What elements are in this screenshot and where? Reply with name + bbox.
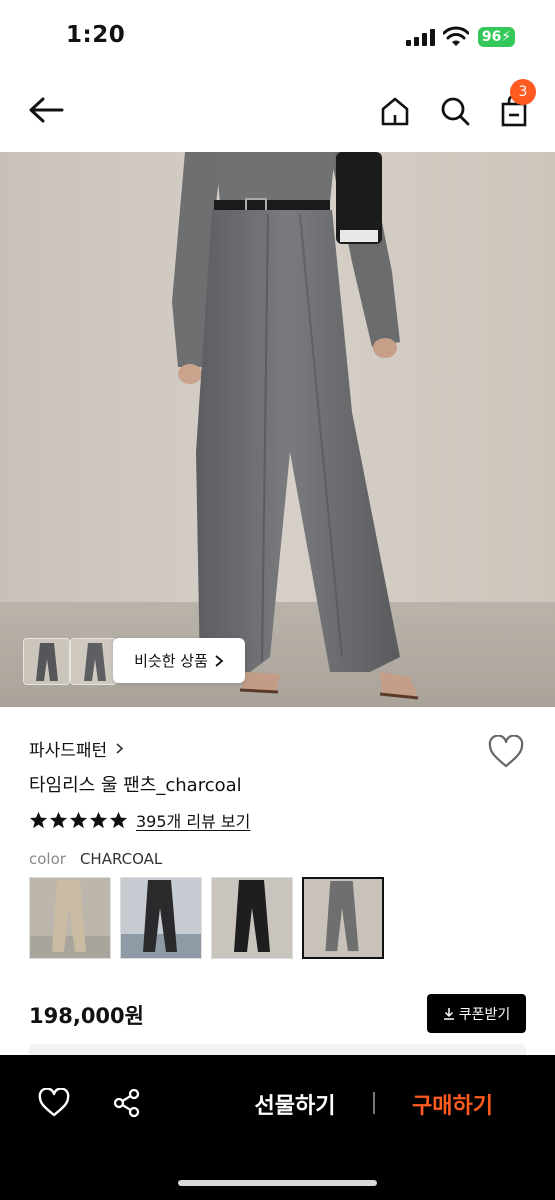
brand-name: 파사드패턴 <box>29 741 108 761</box>
search-button[interactable] <box>436 92 474 130</box>
bottom-action-bar <box>0 1055 555 1200</box>
star-icon <box>29 811 48 828</box>
bottom-bar-divider <box>373 1092 375 1114</box>
home-indicator <box>178 1180 377 1186</box>
coupon-label: 쿠폰받기 <box>458 1006 511 1023</box>
color-option-charcoal[interactable] <box>302 877 384 959</box>
status-time: 1:20 <box>66 22 126 48</box>
similar-products-button[interactable]: 비슷한 상품 <box>113 638 245 683</box>
gallery-thumbnail[interactable] <box>23 638 70 685</box>
home-button[interactable] <box>376 92 414 130</box>
product-main-image[interactable] <box>0 152 555 707</box>
heart-icon <box>38 1087 70 1117</box>
gallery-thumbnail[interactable] <box>70 638 117 685</box>
color-info: color CHARCOAL <box>29 850 162 868</box>
coupon-button[interactable]: 쿠폰받기 <box>427 994 526 1033</box>
download-icon <box>443 1008 454 1020</box>
similar-products-label: 비슷한 상품 <box>134 652 208 670</box>
wifi-icon <box>443 26 469 46</box>
product-title: 타임리스 울 팬츠_charcoal <box>29 775 242 796</box>
brand-link[interactable]: 파사드패턴 <box>29 736 124 761</box>
share-icon <box>113 1088 140 1118</box>
back-arrow-icon <box>29 97 64 123</box>
heart-icon <box>488 734 524 768</box>
star-icon <box>109 811 128 828</box>
product-price: 198,000원 <box>29 1004 144 1028</box>
search-icon <box>441 97 470 126</box>
product-photo <box>0 152 555 707</box>
status-bar: 1:20 96⚡ <box>0 0 555 72</box>
chevron-right-icon <box>116 743 124 754</box>
gift-button[interactable]: 선물하기 <box>230 1082 360 1126</box>
back-button[interactable] <box>26 92 66 128</box>
share-button[interactable] <box>112 1088 142 1118</box>
cart-count-badge: 3 <box>510 79 536 105</box>
top-navigation <box>0 72 555 152</box>
color-option-black-1[interactable] <box>120 877 202 959</box>
review-link[interactable]: 395개 리뷰 보기 <box>136 808 250 832</box>
battery-indicator: 96⚡ <box>478 27 515 47</box>
home-icon <box>381 97 409 126</box>
buy-button[interactable]: 구매하기 <box>390 1082 515 1126</box>
star-icon <box>69 811 88 828</box>
star-icon <box>49 811 68 828</box>
color-value: CHARCOAL <box>79 850 163 868</box>
bottom-wishlist-button[interactable] <box>38 1087 70 1118</box>
color-option-beige[interactable] <box>29 877 111 959</box>
star-icon <box>89 811 108 828</box>
wishlist-button[interactable] <box>487 734 525 769</box>
rating-row: 395개 리뷰 보기 <box>29 808 250 832</box>
color-option-black-2[interactable] <box>211 877 293 959</box>
star-rating <box>29 811 128 830</box>
chevron-right-icon <box>215 654 224 667</box>
cellular-signal-icon <box>406 29 436 46</box>
color-label: color <box>29 850 66 868</box>
